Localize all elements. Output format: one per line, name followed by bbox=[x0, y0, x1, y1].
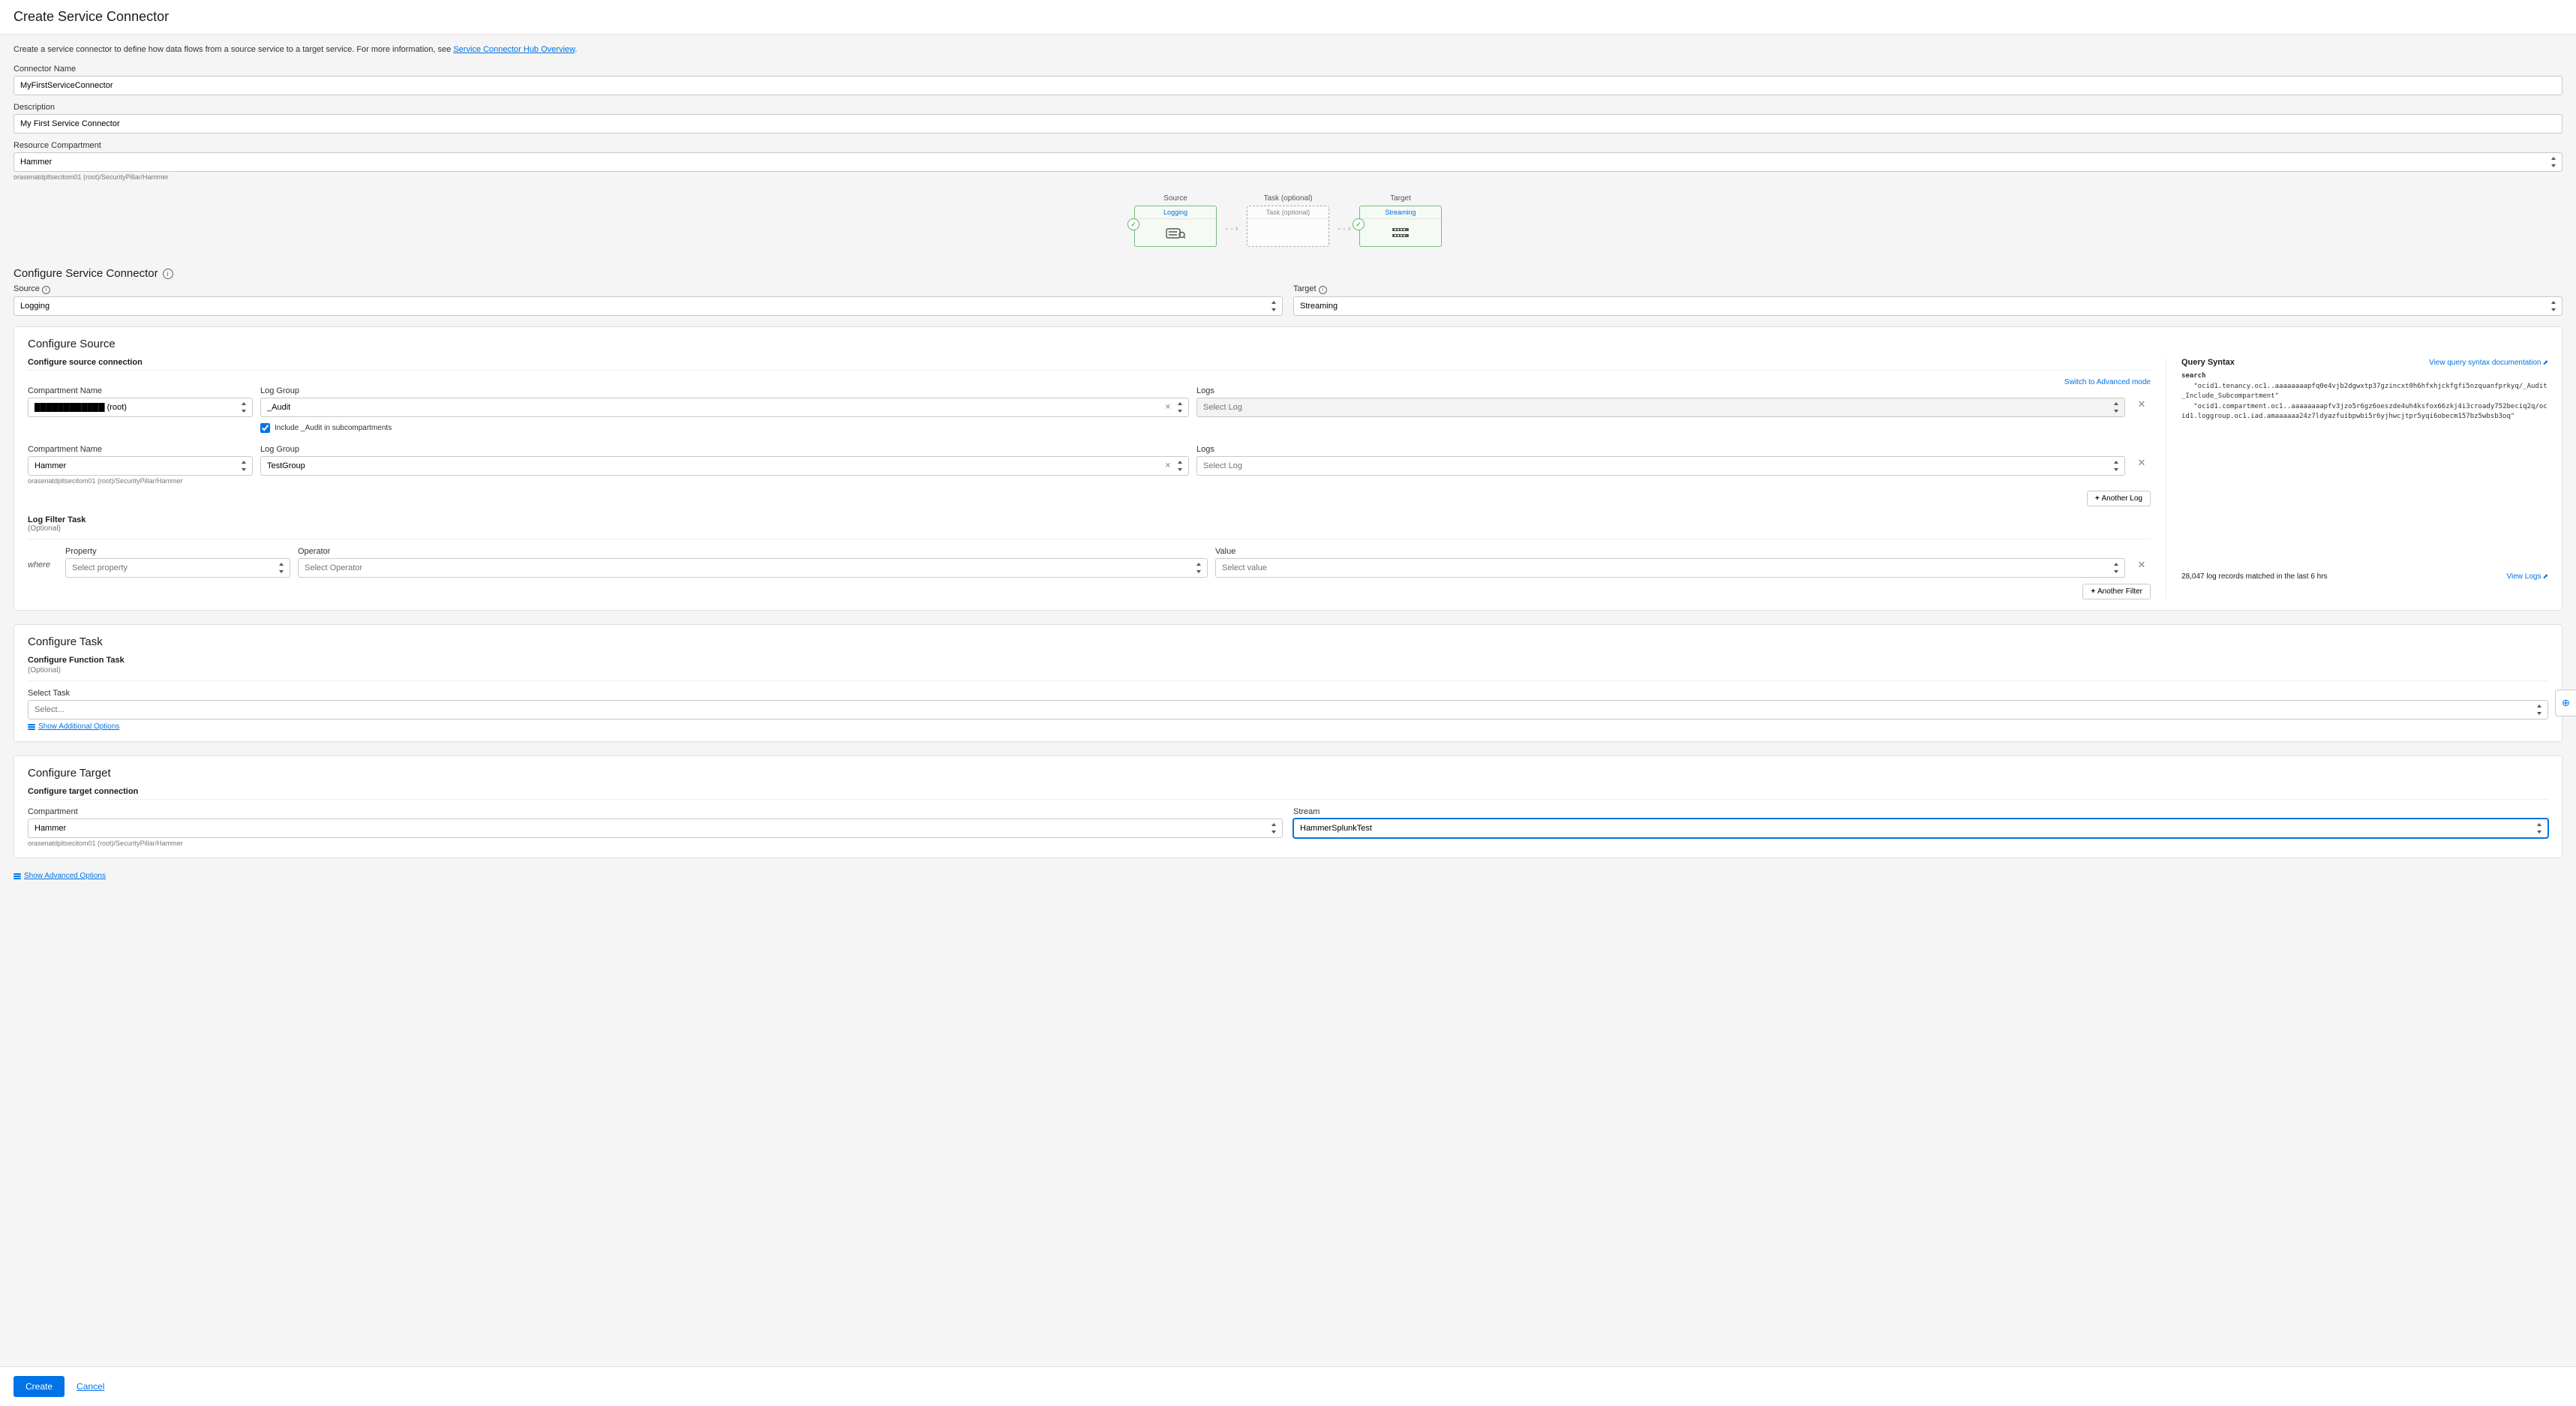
remove-row-icon[interactable]: ✕ bbox=[2133, 445, 2151, 469]
resource-compartment-label: Resource Compartment bbox=[14, 141, 2562, 150]
page-title: Create Service Connector bbox=[14, 9, 2562, 25]
configure-source-heading: Configure Source bbox=[28, 338, 2548, 350]
compartment-select-2[interactable] bbox=[28, 456, 253, 476]
clear-icon[interactable]: ✕ bbox=[1165, 462, 1171, 470]
check-icon: ✓ bbox=[1127, 218, 1139, 230]
flow-task-label: Task (optional) bbox=[1247, 194, 1329, 203]
flow-target-label: Target bbox=[1359, 194, 1442, 203]
side-widget-icon[interactable]: ⊕ bbox=[2555, 689, 2576, 717]
flow-task-box[interactable]: Task (optional) bbox=[1247, 206, 1329, 247]
match-count: 28,047 log records matched in the last 6… bbox=[2181, 572, 2328, 581]
remove-row-icon[interactable]: ✕ bbox=[2133, 386, 2151, 410]
flow-source-label: Source bbox=[1134, 194, 1217, 203]
add-another-filter-button[interactable]: Another Filter bbox=[2082, 584, 2151, 599]
loggroup-select-1[interactable] bbox=[260, 398, 1189, 417]
add-another-log-button[interactable]: Another Log bbox=[2087, 491, 2151, 506]
configure-target-panel: Configure Target Configure target connec… bbox=[14, 756, 2562, 858]
query-code: search "ocid1.tenancy.oc1..aaaaaaaapfq0e… bbox=[2181, 371, 2548, 422]
view-logs-link[interactable]: View Logs⬈ bbox=[2506, 572, 2548, 581]
property-select[interactable] bbox=[65, 558, 290, 578]
connector-name-label: Connector Name bbox=[14, 65, 2562, 74]
value-select[interactable] bbox=[1215, 558, 2125, 578]
external-link-icon: ⬈ bbox=[2542, 359, 2548, 366]
description-label: Description bbox=[14, 103, 2562, 112]
cancel-button[interactable]: Cancel bbox=[77, 1381, 104, 1392]
show-additional-options-link[interactable]: Show Additional Options bbox=[38, 723, 119, 731]
source-select[interactable] bbox=[14, 296, 1283, 316]
create-button[interactable]: Create bbox=[14, 1376, 65, 1397]
include-audit-checkbox[interactable]: Include _Audit in subcompartments bbox=[260, 423, 2151, 433]
streaming-icon bbox=[1392, 219, 1409, 246]
external-link-icon: ⬈ bbox=[2542, 572, 2548, 580]
remove-filter-icon[interactable]: ✕ bbox=[2133, 547, 2151, 571]
page-header: Create Service Connector bbox=[0, 0, 2576, 35]
resource-compartment-select[interactable] bbox=[14, 152, 2562, 172]
target-select[interactable] bbox=[1293, 296, 2562, 316]
operator-select[interactable] bbox=[298, 558, 1208, 578]
options-icon bbox=[14, 873, 21, 879]
resource-compartment-path: orasenatdpltsecitom01 (root)/SecurityPil… bbox=[14, 173, 2562, 181]
compartment-select-1[interactable] bbox=[28, 398, 253, 417]
target-stream-select[interactable] bbox=[1293, 819, 2548, 838]
flow-source-box[interactable]: ✓ Logging bbox=[1134, 206, 1217, 247]
query-doc-link[interactable]: View query syntax documentation⬈ bbox=[2429, 359, 2548, 367]
logs-select-1[interactable] bbox=[1196, 398, 2125, 417]
loggroup-select-2[interactable] bbox=[260, 456, 1189, 476]
flow-target-box[interactable]: ✓ Streaming bbox=[1359, 206, 1442, 247]
connector-name-input[interactable] bbox=[14, 76, 2562, 95]
logging-icon bbox=[1166, 219, 1185, 246]
check-icon: ✓ bbox=[1353, 218, 1365, 230]
show-advanced-options-link[interactable]: Show Advanced Options bbox=[24, 872, 106, 880]
target-compartment-select[interactable] bbox=[28, 819, 1283, 838]
switch-advanced-link[interactable]: Switch to Advanced mode bbox=[2064, 378, 2151, 386]
clear-icon[interactable]: ✕ bbox=[1165, 404, 1171, 412]
configure-connector-heading: Configure Service Connector bbox=[14, 267, 158, 280]
flow-diagram: Source ✓ Logging - - › Task (optional) T… bbox=[14, 194, 2562, 249]
select-task-select[interactable] bbox=[28, 700, 2548, 720]
info-icon[interactable]: i bbox=[163, 269, 173, 279]
info-icon[interactable]: i bbox=[42, 286, 50, 294]
overview-link[interactable]: Service Connector Hub Overview bbox=[453, 45, 575, 54]
configure-source-panel: Configure Source Configure source connec… bbox=[14, 326, 2562, 611]
options-icon bbox=[28, 724, 35, 730]
configure-task-panel: Configure Task Configure Function Task (… bbox=[14, 624, 2562, 742]
arrow-icon: - - › bbox=[1217, 208, 1247, 249]
logs-select-2[interactable] bbox=[1196, 456, 2125, 476]
info-icon[interactable]: i bbox=[1319, 286, 1327, 294]
footer: Create Cancel bbox=[0, 1366, 2576, 1406]
intro-text: Create a service connector to define how… bbox=[14, 45, 2562, 54]
description-input[interactable] bbox=[14, 114, 2562, 134]
